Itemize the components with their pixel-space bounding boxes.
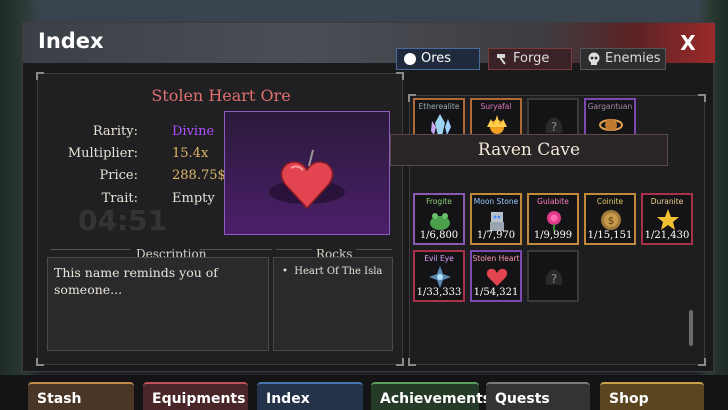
price-label: Price: [99,168,138,183]
ore-cell-coinite[interactable]: $ Coinite 1/15,151 [584,193,636,245]
ore-rarity-count: 1/7,970 [476,230,516,241]
ore-name: Suryafal [480,102,512,111]
tab-enemies-label: Enemies [605,51,661,66]
multiplier-label: Multiplier: [67,146,138,161]
rock-item: • Heart Of The Isla [282,266,383,277]
ore-grid-scrollbar[interactable] [689,310,693,346]
price-value: 288.75$ [172,168,226,183]
svg-text:?: ? [551,120,557,134]
description-box: This name reminds you of someone... [47,257,269,351]
star-ore-icon [656,208,680,232]
ore-name: Stolen Heart [472,254,520,263]
ore-cell-moon-stone[interactable]: Moon Stone 1/7,970 [470,193,522,245]
ore-cell-frogite[interactable]: Frogite 1/6,800 [413,193,465,245]
ore-cell-duranite[interactable]: Duranite 1/21,430 [641,193,693,245]
nav-index-button[interactable]: Index [257,382,363,410]
robot-ore-icon [485,208,509,232]
eye-ore-icon [428,265,452,289]
ore-cell-evil-eye[interactable]: Evil Eye 1/33,333 [413,250,465,302]
tab-ores-label: Ores [421,51,452,66]
ore-name: Evil Eye [424,254,454,263]
divider [356,249,392,250]
rose-ore-icon [542,208,566,232]
nav-achievements-button[interactable]: Achievements [371,382,491,410]
ore-cell-stolen-heart[interactable]: Stolen Heart 1/54,321 [470,250,522,302]
window-title: Index [38,29,104,53]
ore-name: Gargantuan [587,102,633,111]
divider [50,249,130,250]
coin-ore-icon: $ [599,208,623,232]
ore-cell-locked[interactable]: ? [527,250,579,302]
frame-corner [396,358,404,366]
ore-name: Etherealite [418,102,460,111]
frog-ore-icon [428,208,452,232]
heart-ore-icon [269,149,345,210]
ore-icon [404,53,416,65]
svg-text:?: ? [551,272,557,286]
ore-rarity-count: 1/15,151 [587,230,633,241]
hammer-icon [497,54,506,65]
ore-name: Frogite [426,197,452,206]
rarity-value: Divine [172,124,215,139]
svg-text:$: $ [608,216,614,227]
ore-rarity-count: 1/9,999 [533,230,573,241]
heart-ore-icon [485,265,509,289]
ore-name: Gulabite [537,197,569,206]
skull-icon [588,52,600,65]
tab-forge-label: Forge [513,51,550,66]
locked-ore-icon: ? [542,265,566,289]
rock-name: Heart Of The Isla [294,266,383,277]
nav-stash-button[interactable]: Stash [28,382,134,410]
divider [200,249,272,250]
ore-cell-gulabite[interactable]: Gulabite 1/9,999 [527,193,579,245]
frame-corner [698,358,706,366]
ore-rarity-count: 1/54,321 [473,287,519,298]
ore-preview [224,111,390,235]
close-button[interactable]: X [671,27,705,59]
frame-corner [396,72,404,80]
trait-value: Empty [172,191,215,206]
divider [276,249,312,250]
multiplier-value: 15.4x [172,146,209,161]
ore-rarity-count: 1/33,333 [416,287,462,298]
frame-corner [36,358,44,366]
tab-forge[interactable]: Forge [488,48,572,70]
ore-name: Moon Stone [473,197,519,206]
section-header: Raven Cave [390,134,668,166]
trait-label: Trait: [101,191,138,206]
selected-ore-name: Stolen Heart Ore [151,86,291,105]
tab-enemies[interactable]: Enemies [580,48,666,70]
ore-rarity-count: 1/6,800 [419,230,459,241]
ore-name: Duranite [650,197,684,206]
nav-shop-button[interactable]: Shop [600,382,704,410]
nav-quests-button[interactable]: Quests [486,382,590,410]
ore-detail-panel: 04:51 Stolen Heart Ore Rarity: Divine Mu… [36,72,404,366]
description-text: This name reminds you of someone... [54,265,218,297]
ore-name: Coinite [596,197,624,206]
timer-watermark: 04:51 [78,204,168,237]
nav-equipments-button[interactable]: Equipments [143,382,248,410]
tab-ores[interactable]: Ores [396,48,480,70]
rocks-box: • Heart Of The Isla [273,257,393,351]
frame-corner [408,358,416,366]
ore-rarity-count: 1/21,430 [644,230,690,241]
frame-corner [36,72,44,80]
rarity-label: Rarity: [92,124,138,139]
frame-corner [698,94,706,102]
